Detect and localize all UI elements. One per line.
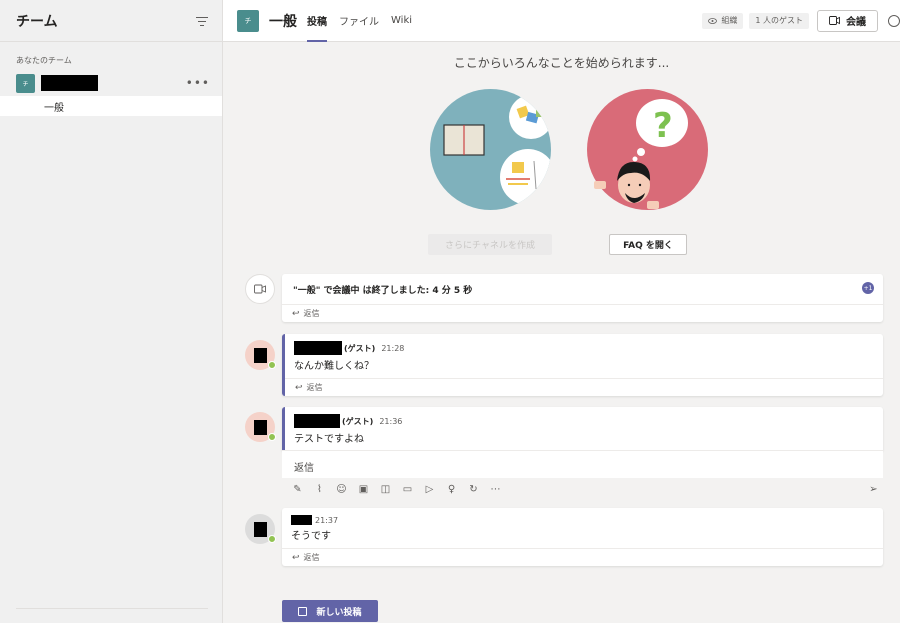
eye-icon xyxy=(708,17,718,24)
author-name-redacted xyxy=(294,414,340,428)
message-text: そうです xyxy=(291,531,331,542)
meet-now-icon[interactable]: ▭ xyxy=(402,484,413,495)
format-icon[interactable]: ✎ xyxy=(292,484,303,495)
reply-arrow-icon: ↩ xyxy=(295,382,303,393)
your-teams-label: あなたのチーム xyxy=(16,56,72,65)
presence-icon xyxy=(268,361,276,369)
sidebar: チーム あなたのチーム チ ••• 一般 xyxy=(0,0,223,623)
team-name-redacted xyxy=(41,75,98,91)
avatar xyxy=(245,412,276,442)
meet-button[interactable]: 会議 xyxy=(817,9,878,32)
message-text: なんか難しくね？ xyxy=(294,361,374,372)
posts-feed: ここからいろんなことを始められます... ? さらにチャネルを作成 FAQ を開… xyxy=(223,43,900,623)
filter-icon[interactable] xyxy=(196,16,208,26)
more-options-icon[interactable]: ••• xyxy=(186,76,210,90)
avatar-redacted xyxy=(253,347,267,363)
message-time: 21:28 xyxy=(381,343,405,353)
avatar xyxy=(245,514,276,544)
reply-link[interactable]: ↩ 返信 xyxy=(282,304,883,322)
reply-label: 返信 xyxy=(303,309,320,318)
loop-icon[interactable]: ↻ xyxy=(468,484,479,495)
org-badge[interactable]: 組織 xyxy=(702,12,744,29)
welcome-title: ここからいろんなことを始められます... xyxy=(453,56,670,70)
new-post-label: 新しい投稿 xyxy=(316,607,362,618)
org-label: 組織 xyxy=(721,16,738,25)
sidebar-channel-general[interactable]: 一般 xyxy=(0,96,222,116)
guest-tag: (ゲスト) xyxy=(344,343,376,353)
avatar xyxy=(245,340,276,370)
send-icon[interactable]: ➢ xyxy=(868,484,879,495)
guest-badge[interactable]: 1 人のゲスト xyxy=(749,12,809,29)
message-card: (ゲスト) 21:36 テストですよね xyxy=(282,407,883,451)
channel-label: 一般 xyxy=(44,102,64,114)
compose-icon xyxy=(298,606,308,616)
gif-icon[interactable]: ▣ xyxy=(358,484,369,495)
video-camera-icon xyxy=(829,16,840,25)
message-text: テストですよね xyxy=(294,434,364,445)
message-card: (ゲスト) 21:28 なんか難しくね？ ↩ 返信 xyxy=(282,334,883,396)
team-item[interactable]: チ ••• xyxy=(0,72,222,94)
message-time: 21:37 xyxy=(315,515,339,525)
channel-avatar: チ xyxy=(237,9,259,32)
new-post-button[interactable]: 新しい投稿 xyxy=(282,600,378,622)
guest-tag: (ゲスト) xyxy=(342,416,374,426)
message-card: 21:37 そうです ↩ 返信 xyxy=(282,508,883,566)
create-channel-button[interactable]: さらにチャネルを作成 xyxy=(428,234,552,255)
message-time: 21:36 xyxy=(379,416,403,426)
teams-illustration xyxy=(430,89,551,210)
team-avatar: チ xyxy=(16,73,35,93)
attach-icon[interactable]: ⌇ xyxy=(314,484,325,495)
channel-header: チ 一般 投稿 ファイル Wiki 組織 1 人のゲスト 会議 xyxy=(223,0,900,42)
sidebar-divider xyxy=(16,608,208,609)
meeting-ended-text: "一般" で会議中 は終了しました: 4 分 5 秒 xyxy=(293,286,473,296)
avatar-redacted xyxy=(253,521,267,537)
tab-wiki[interactable]: Wiki xyxy=(391,0,412,42)
faq-illustration: ? xyxy=(587,89,708,210)
svg-text:?: ? xyxy=(653,106,673,146)
channel-title: 一般 xyxy=(269,13,297,30)
avatar-redacted xyxy=(253,419,267,435)
reaction-badge[interactable]: +1 xyxy=(862,282,874,294)
reply-arrow-icon: ↩ xyxy=(292,308,300,319)
sticker-icon[interactable]: ◫ xyxy=(380,484,391,495)
meeting-camera-icon xyxy=(254,284,266,294)
tab-files[interactable]: ファイル xyxy=(339,0,379,42)
author-name-redacted xyxy=(291,515,312,525)
open-faq-button[interactable]: FAQ を開く xyxy=(609,234,687,255)
reply-label: 返信 xyxy=(306,383,323,392)
meeting-avatar xyxy=(245,274,275,304)
author-name-redacted xyxy=(294,341,342,355)
sidebar-title: チーム xyxy=(16,13,58,30)
compose-toolbar: ✎ ⌇ ☺ ▣ ◫ ▭ ▷ ♀ ↻ ⋯ ➢ xyxy=(282,477,883,501)
presence-icon xyxy=(268,433,276,441)
emoji-icon[interactable]: ☺ xyxy=(336,484,347,495)
reply-input[interactable]: 返信 xyxy=(282,450,883,478)
more-apps-icon[interactable]: ⋯ xyxy=(490,484,501,495)
reply-link[interactable]: ↩ 返信 xyxy=(282,548,883,566)
meeting-card: "一般" で会議中 は終了しました: 4 分 5 秒 +1 ↩ 返信 xyxy=(282,274,883,322)
clock-icon[interactable] xyxy=(888,14,900,27)
reply-label: 返信 xyxy=(303,553,320,562)
tab-posts[interactable]: 投稿 xyxy=(307,0,327,42)
reply-link[interactable]: ↩ 返信 xyxy=(285,378,883,396)
presence-icon xyxy=(268,535,276,543)
reply-arrow-icon: ↩ xyxy=(292,552,300,563)
praise-icon[interactable]: ♀ xyxy=(446,484,457,495)
stream-icon[interactable]: ▷ xyxy=(424,484,435,495)
sidebar-header: チーム xyxy=(0,0,222,42)
meet-label: 会議 xyxy=(846,17,866,28)
